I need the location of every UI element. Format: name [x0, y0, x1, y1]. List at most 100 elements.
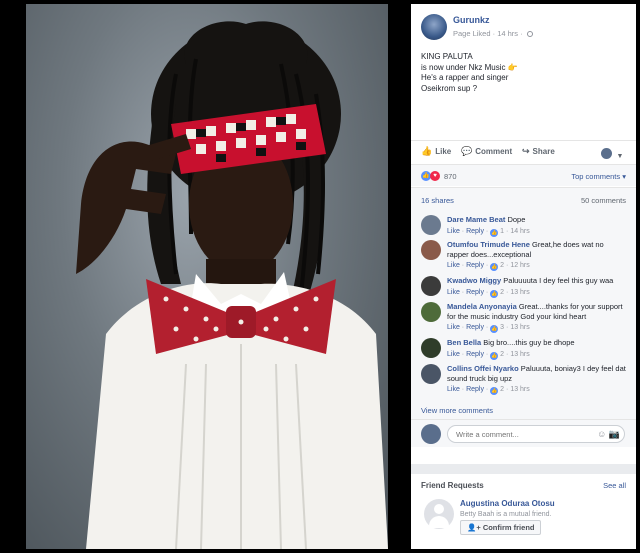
- post-line: He's a rapper and singer: [421, 73, 509, 82]
- comment-footer: Like · Reply · 👍 2 · 12 hrs: [447, 262, 530, 271]
- comments-count: 50 comments: [580, 196, 626, 205]
- comment-like-count: 2: [500, 350, 505, 358]
- comment-time[interactable]: 13 hrs: [510, 289, 529, 296]
- post-actions: 👍 Like 💬 Comment ↪ Share ▼: [411, 140, 636, 162]
- comment-body: Collins Offei Nyarko Paluuuta, boniay3 I…: [447, 364, 627, 395]
- comment-like-link[interactable]: Like: [447, 324, 460, 331]
- comment-body: Kwadwo Miggy Paluuuuta I dey feel this g…: [447, 276, 627, 298]
- comment-footer: Like · Reply · 👍 1 · 14 hrs: [447, 227, 530, 237]
- confirm-friend-button[interactable]: 👤+ Confirm friend: [460, 520, 542, 535]
- post-meta: Page Liked · 14 hrs ·: [453, 29, 533, 38]
- comment-time[interactable]: 12 hrs: [510, 262, 529, 269]
- requester-avatar[interactable]: [424, 499, 454, 529]
- default-avatar-body: [429, 516, 449, 528]
- post-header: Gurunkz Page Liked · 14 hrs ·: [411, 4, 636, 44]
- reactions-bar: 👍 ♥ 870 Top comments ▾: [411, 164, 636, 186]
- camera-icon[interactable]: 📷: [609, 429, 620, 439]
- mutual-friend-text: Betty Baah is a mutual friend.: [460, 511, 552, 518]
- post-line: is now under Nkz Music 👉: [421, 63, 626, 74]
- emoji-icon[interactable]: ☺: [597, 429, 606, 439]
- comment-time[interactable]: 13 hrs: [510, 324, 529, 331]
- like-icon: 👍: [490, 351, 499, 360]
- comment-like-count: 2: [500, 262, 505, 269]
- comment-footer: Like · Reply · 👍 2 · 13 hrs: [447, 386, 530, 395]
- post-as-selector[interactable]: ▼: [601, 145, 623, 163]
- commenter-avatar[interactable]: [421, 215, 441, 235]
- viewer-avatar: [601, 148, 612, 160]
- like-button[interactable]: 👍 Like: [421, 146, 451, 157]
- commenter-name[interactable]: Ben Bella: [447, 338, 481, 347]
- commenter-avatar[interactable]: [421, 338, 441, 358]
- comment-body: Dare Mame Beat Dope Like · Reply · 👍 1 ·…: [447, 215, 627, 237]
- see-all-link[interactable]: See all: [603, 481, 626, 490]
- love-reaction-icon: ♥: [430, 171, 440, 181]
- section-divider: [411, 464, 636, 474]
- comment-like-link[interactable]: Like: [447, 289, 460, 296]
- requester-name[interactable]: Augustina Oduraa Otosu: [460, 499, 555, 508]
- commenter-avatar[interactable]: [421, 276, 441, 296]
- commenter-avatar[interactable]: [421, 364, 441, 384]
- viewer-avatar: [421, 424, 441, 444]
- comment-time[interactable]: 14 hrs: [510, 228, 529, 235]
- photo-viewer: Gurunkz Page Liked · 14 hrs · KING PALUT…: [0, 0, 640, 553]
- globe-icon: [526, 31, 533, 37]
- comment-text: Big bro....this guy be dhope: [483, 338, 575, 347]
- share-icon: ↪: [522, 146, 530, 156]
- comment-button[interactable]: 💬 Comment: [461, 146, 512, 157]
- comment-footer: Like · Reply · 👍 2 · 13 hrs: [447, 288, 530, 298]
- post-meta-text: Page Liked · 14 hrs ·: [453, 29, 523, 38]
- post-line-text: is now under Nkz Music: [421, 62, 506, 72]
- comment-time[interactable]: 13 hrs: [510, 351, 529, 358]
- comment-reply-link[interactable]: Reply: [466, 289, 484, 296]
- reaction-count[interactable]: 870: [444, 172, 457, 181]
- view-more-comments-link[interactable]: View more comments: [421, 406, 493, 415]
- comment-label: Comment: [475, 147, 513, 156]
- comment-like-link[interactable]: Like: [447, 351, 460, 358]
- comment-input-icons: ☺ 📷: [597, 429, 620, 440]
- commenter-avatar[interactable]: [421, 302, 441, 322]
- write-comment-row: ☺ 📷: [411, 419, 636, 447]
- commenter-name[interactable]: Otumfou Trimude Hene: [447, 240, 530, 249]
- comment-reply-link[interactable]: Reply: [466, 228, 484, 235]
- portrait-illustration: [76, 21, 388, 549]
- comment-reply-link[interactable]: Reply: [466, 386, 484, 393]
- comment-reply-link[interactable]: Reply: [466, 351, 484, 358]
- comment-footer: Like · Reply · 👍 2 · 13 hrs: [447, 350, 530, 360]
- shares-link[interactable]: 16 shares: [421, 196, 454, 205]
- post-photo[interactable]: [26, 4, 388, 549]
- comment-time[interactable]: 13 hrs: [510, 386, 529, 393]
- commenter-name[interactable]: Collins Offei Nyarko: [447, 364, 519, 373]
- comment-reply-link[interactable]: Reply: [466, 324, 484, 331]
- comment-footer: Like · Reply · 👍 3 · 13 hrs: [447, 324, 530, 333]
- user-plus-icon: 👤+: [467, 523, 481, 532]
- comment-text: Paluuuuta I dey feel this guy waa: [503, 276, 614, 285]
- commenter-name[interactable]: Mandela Anyonayia: [447, 302, 517, 311]
- friend-requests-heading: Friend Requests: [421, 481, 484, 490]
- chevron-down-icon: ▼: [616, 153, 624, 160]
- like-label: Like: [435, 147, 452, 156]
- post-line: KING PALUTA: [421, 52, 473, 61]
- author-name[interactable]: Gurunkz: [453, 15, 490, 25]
- comment-like-count: 2: [500, 386, 505, 393]
- comments-list: Dare Mame Beat Dope Like · Reply · 👍 1 ·…: [411, 209, 636, 419]
- share-label: Share: [532, 147, 555, 156]
- like-icon: 👍: [490, 325, 499, 333]
- comment-icon: 💬: [461, 146, 473, 156]
- author-avatar[interactable]: [421, 14, 447, 40]
- comment-like-count: 3: [500, 324, 505, 331]
- comment-like-count: 2: [500, 288, 505, 296]
- comment-reply-link[interactable]: Reply: [466, 262, 484, 269]
- comment-like-link[interactable]: Like: [447, 262, 460, 269]
- post-counts: 16 shares 50 comments: [411, 187, 636, 209]
- comment-sort-dropdown[interactable]: Top comments ▾: [571, 172, 626, 181]
- commenter-name[interactable]: Dare Mame Beat: [447, 215, 505, 224]
- like-icon: 👍: [490, 228, 499, 237]
- comment-like-link[interactable]: Like: [447, 228, 460, 235]
- commenter-name[interactable]: Kwadwo Miggy: [447, 276, 501, 285]
- comment-like-count: 1: [500, 227, 505, 235]
- default-avatar-head: [434, 504, 444, 514]
- share-button[interactable]: ↪ Share: [522, 146, 555, 157]
- commenter-avatar[interactable]: [421, 240, 441, 260]
- comment-like-link[interactable]: Like: [447, 386, 460, 393]
- comment-body: Ben Bella Big bro....this guy be dhope L…: [447, 338, 627, 360]
